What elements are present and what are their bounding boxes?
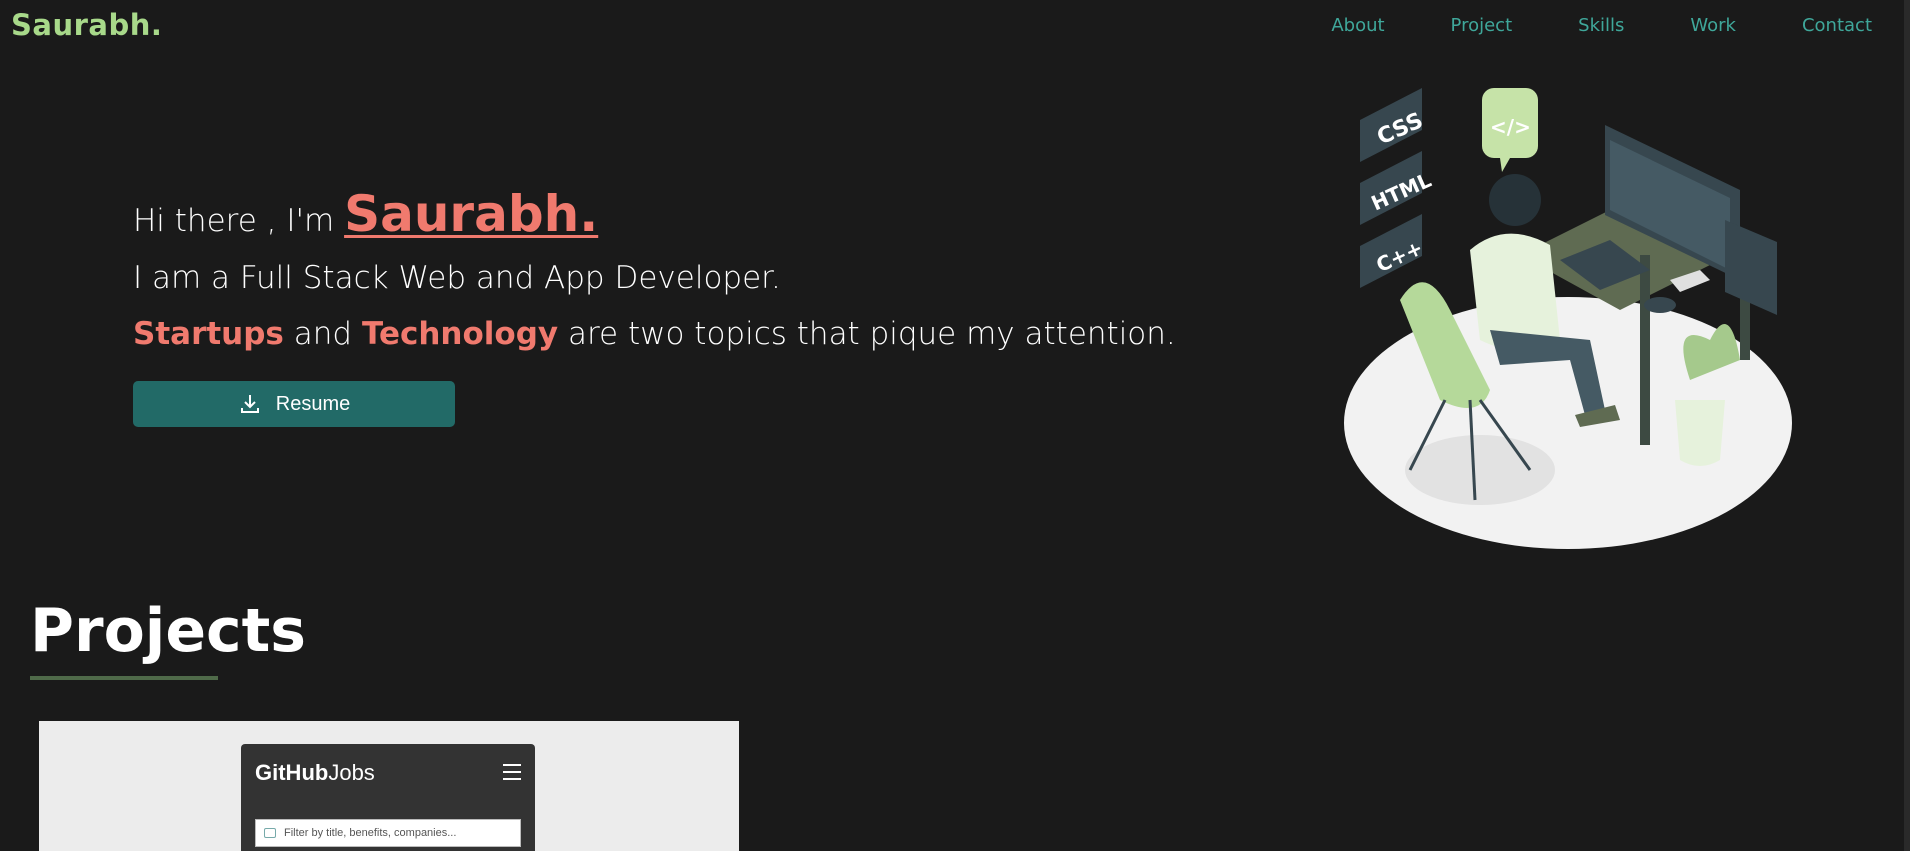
hero-name: Saurabh.	[344, 185, 599, 243]
preview-title-bold: GitHub	[255, 760, 329, 785]
projects-heading: Projects	[30, 596, 307, 666]
hamburger-menu-icon	[503, 764, 521, 780]
hero-greeting-line: Hi there , I'm Saurabh.	[133, 185, 598, 243]
interest-and: and	[293, 316, 353, 352]
developer-illustration: CSS HTML C++ </>	[1344, 88, 1792, 549]
nav-work[interactable]: Work	[1690, 15, 1736, 36]
hero-interests: Startups and Technology are two topics t…	[133, 316, 1176, 352]
hero-role: I am a Full Stack Web and App Developer.	[133, 260, 781, 296]
top-nav: About Project Skills Work Contact	[1265, 15, 1872, 36]
projects-underline	[30, 676, 218, 680]
interest-rest: are two topics that pique my attention.	[567, 316, 1176, 352]
resume-button-label: Resume	[275, 392, 351, 415]
code-bubble: </>	[1482, 88, 1538, 172]
cpp-tag: C++	[1360, 214, 1426, 288]
preview-title: GitHubJobs	[255, 760, 375, 786]
resume-button[interactable]: Resume	[133, 381, 455, 427]
download-icon	[240, 395, 259, 413]
nav-skills[interactable]: Skills	[1578, 15, 1624, 36]
nav-about[interactable]: About	[1331, 15, 1384, 36]
briefcase-icon	[264, 828, 276, 838]
css-tag: CSS	[1360, 88, 1427, 162]
html-tag: HTML	[1360, 151, 1435, 225]
svg-text:</>: </>	[1490, 115, 1531, 139]
interest-technology: Technology	[361, 316, 559, 352]
project-card[interactable]: GitHubJobs Filter by title, benefits, co…	[39, 721, 739, 851]
nav-project[interactable]: Project	[1451, 15, 1513, 36]
brand-logo[interactable]: Saurabh.	[11, 8, 162, 42]
preview-title-light: Jobs	[328, 760, 375, 785]
hero-greeting: Hi there , I'm	[133, 203, 335, 239]
project-preview: GitHubJobs Filter by title, benefits, co…	[241, 744, 535, 851]
page-scrollbar[interactable]	[1904, 0, 1910, 851]
preview-search-placeholder: Filter by title, benefits, companies...	[284, 827, 457, 839]
nav-contact[interactable]: Contact	[1802, 15, 1872, 36]
preview-search-field: Filter by title, benefits, companies...	[255, 819, 521, 847]
interest-startups: Startups	[133, 316, 284, 352]
hero-section: Hi there , I'm Saurabh. I am a Full Stac…	[133, 185, 1176, 352]
